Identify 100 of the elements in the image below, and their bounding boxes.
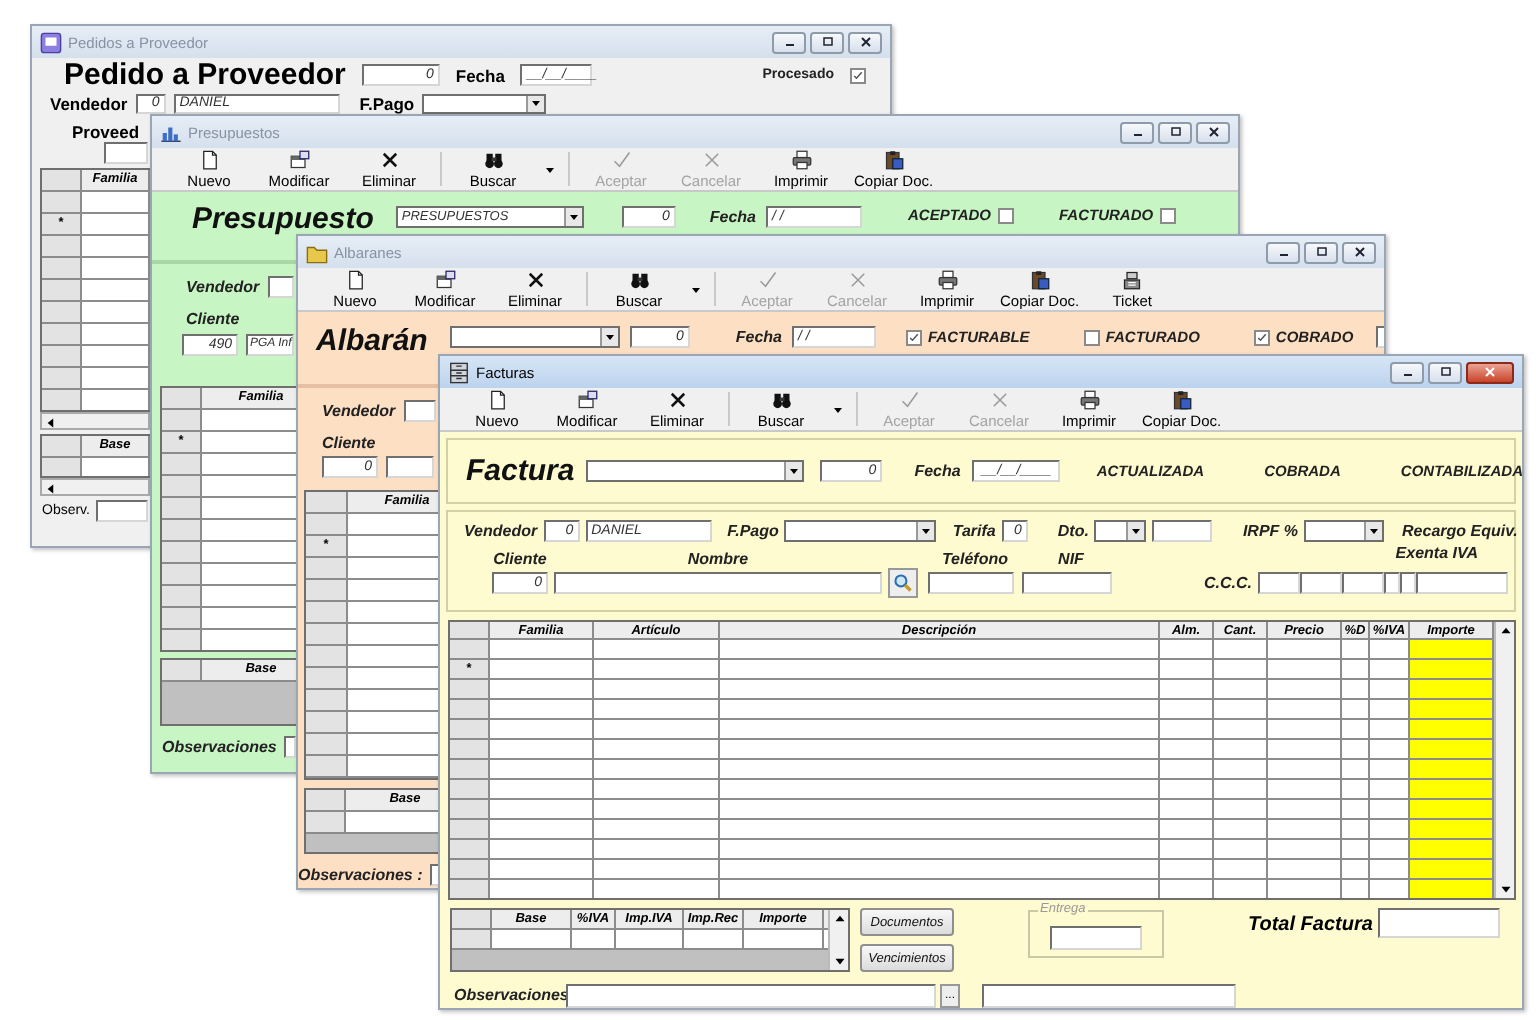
row-header[interactable]: [450, 880, 490, 898]
row-header[interactable]: [162, 520, 202, 540]
text-field[interactable]: [1050, 926, 1142, 950]
text-field[interactable]: [104, 142, 148, 164]
text-field[interactable]: [1384, 572, 1400, 594]
checkbox[interactable]: [1159, 207, 1176, 223]
row-header[interactable]: [306, 668, 348, 688]
row-header[interactable]: [42, 258, 82, 278]
text-field[interactable]: [1152, 519, 1213, 541]
text-field[interactable]: [1022, 572, 1112, 594]
row-header[interactable]: [306, 580, 348, 600]
field-label: Fecha: [735, 328, 782, 346]
row-header[interactable]: [450, 720, 490, 738]
row-header[interactable]: [306, 646, 348, 666]
new-document-icon: [345, 269, 365, 289]
row-header[interactable]: [306, 734, 348, 754]
row-header[interactable]: [450, 680, 490, 698]
text-field[interactable]: [1258, 572, 1300, 594]
row-header[interactable]: [306, 558, 348, 578]
text-field[interactable]: [566, 983, 936, 1007]
text-field[interactable]: [1416, 572, 1508, 594]
row-header[interactable]: [450, 840, 490, 858]
text-field[interactable]: [1342, 572, 1384, 594]
minimize-button[interactable]: [1266, 241, 1300, 263]
text-field[interactable]: [386, 456, 434, 478]
row-header[interactable]: [162, 410, 202, 430]
close-button[interactable]: [1466, 361, 1514, 383]
scrollbar[interactable]: [40, 412, 150, 430]
dropdown-field[interactable]: [586, 460, 805, 482]
dropdown-field[interactable]: [449, 326, 620, 348]
text-field[interactable]: [96, 500, 148, 522]
text-field[interactable]: [267, 276, 294, 298]
row-header[interactable]: [162, 454, 202, 474]
row-header[interactable]: [450, 800, 490, 818]
row-header[interactable]: [450, 740, 490, 758]
row-header[interactable]: [452, 930, 492, 948]
row-header[interactable]: [162, 608, 202, 628]
search-button[interactable]: [888, 568, 918, 598]
row-header[interactable]: [450, 860, 490, 878]
row-header[interactable]: [162, 542, 202, 562]
text-field[interactable]: [554, 572, 882, 594]
minimize-button[interactable]: [1120, 121, 1154, 143]
scrollbar[interactable]: [1494, 622, 1514, 898]
dropdown-field[interactable]: [784, 519, 937, 541]
close-icon: [1351, 244, 1367, 260]
close-button[interactable]: [1342, 241, 1376, 263]
maximize-button[interactable]: [810, 31, 844, 53]
minimize-button[interactable]: [772, 31, 806, 53]
row-header[interactable]: [42, 236, 82, 256]
checkbox[interactable]: [1253, 329, 1270, 345]
row-header[interactable]: [42, 458, 82, 476]
close-button[interactable]: [1196, 121, 1230, 143]
dropdown-field[interactable]: [1304, 519, 1385, 541]
row-header[interactable]: [42, 368, 82, 388]
checkbox[interactable]: [997, 207, 1014, 223]
maximize-icon: [1437, 364, 1453, 380]
dropdown-field[interactable]: [1094, 519, 1147, 541]
row-header[interactable]: [42, 192, 82, 212]
row-header[interactable]: [450, 820, 490, 838]
row-header[interactable]: [450, 760, 490, 778]
scrollbar[interactable]: [828, 910, 848, 970]
text-field[interactable]: [928, 572, 1014, 594]
text-field[interactable]: [982, 983, 1236, 1007]
close-button[interactable]: [848, 31, 882, 53]
row-header[interactable]: [306, 514, 348, 534]
minimize-button[interactable]: [1390, 361, 1424, 383]
text-field[interactable]: [1400, 572, 1416, 594]
maximize-button[interactable]: [1158, 121, 1192, 143]
row-header[interactable]: [450, 700, 490, 718]
row-header[interactable]: [306, 756, 348, 776]
row-header[interactable]: [162, 476, 202, 496]
row-header[interactable]: [42, 302, 82, 322]
scrollbar[interactable]: [40, 478, 150, 496]
row-header[interactable]: [162, 498, 202, 518]
row-header[interactable]: [450, 640, 490, 658]
text-field[interactable]: [1378, 908, 1501, 938]
row-header[interactable]: [42, 324, 82, 344]
text-field[interactable]: [284, 736, 297, 758]
row-header[interactable]: [450, 780, 490, 798]
maximize-button[interactable]: [1304, 241, 1338, 263]
text-field[interactable]: [1300, 572, 1342, 594]
field-label: Vendedor: [186, 278, 260, 296]
row-header[interactable]: [306, 690, 348, 710]
dropdown-field[interactable]: [422, 93, 547, 113]
row-header[interactable]: [306, 712, 348, 732]
text-field[interactable]: [403, 400, 436, 422]
row-header[interactable]: [162, 586, 202, 606]
row-header[interactable]: [42, 390, 82, 410]
row-header[interactable]: [306, 602, 348, 622]
checkbox[interactable]: [905, 329, 922, 345]
checkbox[interactable]: [1083, 329, 1100, 345]
row-header[interactable]: [306, 812, 346, 832]
row-header[interactable]: [306, 624, 348, 644]
binoculars-icon: [771, 389, 791, 409]
row-header[interactable]: [42, 346, 82, 366]
maximize-button[interactable]: [1428, 361, 1462, 383]
row-header[interactable]: [162, 630, 202, 650]
row-header[interactable]: [162, 564, 202, 584]
checkbox[interactable]: [850, 67, 866, 83]
row-header[interactable]: [42, 280, 82, 300]
